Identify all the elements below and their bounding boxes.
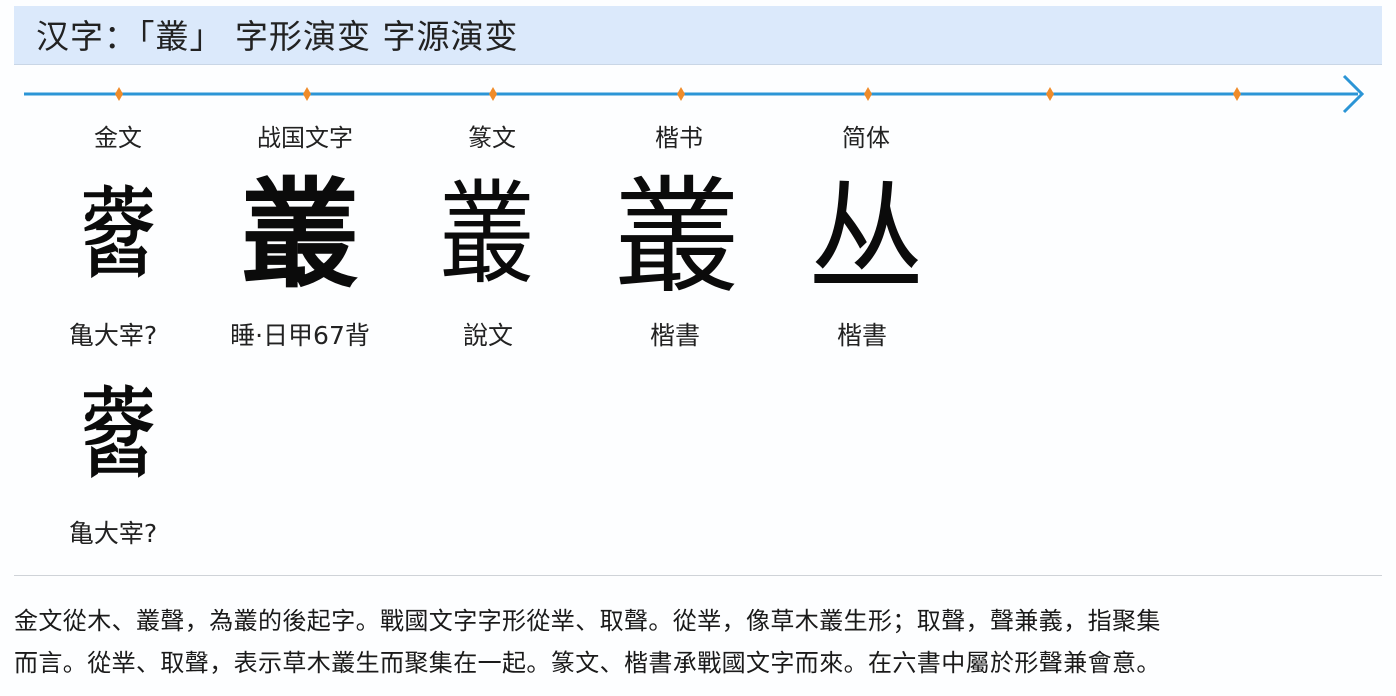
stage-label-bronze: 金文: [94, 124, 142, 152]
description-line-2: 而言。從丵、取聲，表示草木叢生而聚集在一起。篆文、楷書承戰國文字而來。在六書中屬…: [14, 649, 1161, 677]
timeline-marker-0: [115, 87, 123, 101]
stage-label-regular: 楷书: [655, 124, 703, 152]
timeline-marker-5: [1046, 87, 1054, 101]
stage-label-simplified: 简体: [842, 124, 890, 152]
description-line-1: 金文從木、叢聲，為叢的後起字。戰國文字字形從丵、取聲。從丵，像草木叢生形；取聲，…: [14, 607, 1161, 635]
source-seal: 說文: [462, 321, 513, 350]
glyph-bronze-variant: 𦽜: [82, 378, 154, 491]
divider: [14, 575, 1382, 576]
timeline-marker-4: [864, 87, 872, 101]
source-simplified: 楷書: [836, 321, 887, 350]
stage-label-warring-states: 战国文字: [257, 124, 353, 152]
timeline-marker-3: [677, 87, 685, 101]
stage-label-seal: 篆文: [468, 124, 516, 152]
glyph-warring-states: 叢: [240, 165, 359, 304]
timeline: [24, 74, 1365, 114]
glyph-bronze: 𦽜: [82, 178, 154, 291]
source-regular: 楷書: [649, 321, 700, 350]
glyph-seal: 叢: [439, 170, 535, 300]
timeline-marker-2: [489, 87, 497, 101]
glyph-simplified: 丛: [808, 170, 924, 305]
timeline-marker-6: [1233, 87, 1241, 101]
source-warring-states: 睡·日甲67背: [230, 321, 370, 350]
source-bronze: 亀大宰?: [68, 321, 158, 350]
description: 金文從木、叢聲，為叢的後起字。戰國文字字形從丵、取聲。從丵，像草木叢生形；取聲，…: [14, 600, 1384, 684]
page-title: 汉字：「叢」 字形演变 字源演变: [36, 17, 519, 56]
source-bronze-variant: 亀大宰?: [68, 519, 158, 548]
timeline-marker-1: [303, 87, 311, 101]
header-bar: 汉字：「叢」 字形演变 字源演变: [14, 6, 1382, 65]
glyph-regular: 叢: [614, 164, 740, 311]
